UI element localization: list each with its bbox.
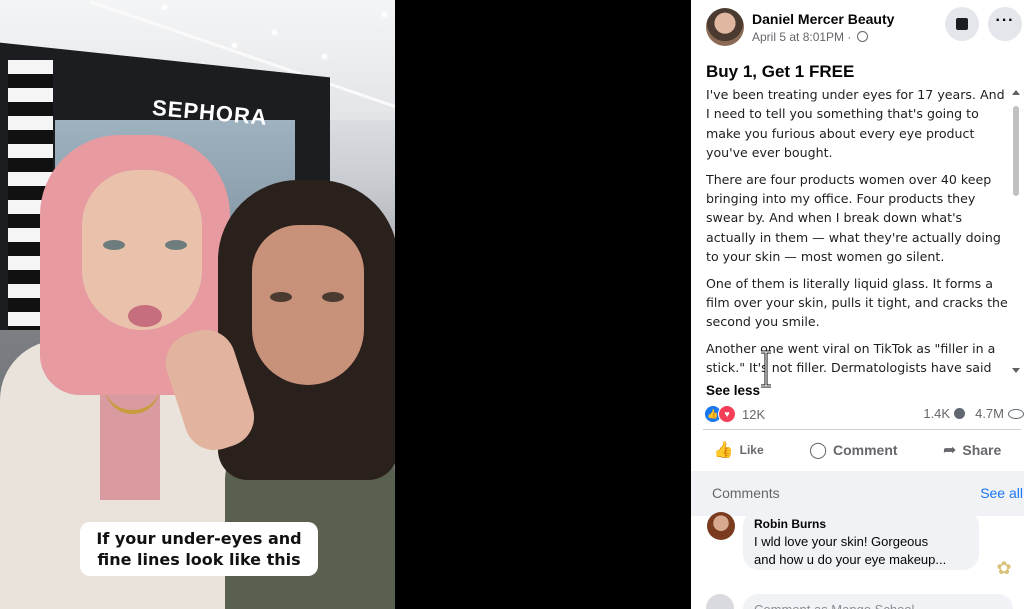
comment-icon: ◯ xyxy=(809,442,827,459)
video-caption: If your under-eyes and fine lines look l… xyxy=(80,522,318,576)
text-cursor-icon xyxy=(761,350,771,388)
bookmark-icon xyxy=(956,18,968,30)
post-paragraph: One of them is literally liquid glass. I… xyxy=(706,275,1008,330)
comments-label: Comments xyxy=(712,485,780,501)
comment-bubble: Robin Burns I wld love your skin! Gorgeo… xyxy=(743,510,979,570)
watermark-badge-icon: ✿ xyxy=(996,558,1012,578)
eye xyxy=(165,240,187,250)
post-paragraph: There are four products women over 40 ke… xyxy=(706,171,1001,265)
scroll-up-arrow-icon[interactable] xyxy=(1012,90,1020,95)
save-button[interactable] xyxy=(945,7,979,41)
share-button[interactable]: ➦ Share xyxy=(943,440,1001,460)
heart-icon: ♥ xyxy=(718,405,736,423)
current-user-avatar xyxy=(706,594,734,609)
post-paragraph: Another one went viral on TikTok as "fil… xyxy=(706,340,996,375)
video-letterbox xyxy=(395,0,691,609)
post-paragraph: I've been treating under eyes for 17 yea… xyxy=(706,87,1005,161)
post-timestamp: April 5 at 8:01PM · xyxy=(752,30,868,44)
scroll-down-arrow-icon[interactable] xyxy=(1012,368,1020,373)
comment-text-line: I wld love your skin! Gorgeous xyxy=(754,534,929,549)
post-scrollbar[interactable] xyxy=(1012,90,1020,375)
person-right-face xyxy=(252,225,364,385)
eye-icon xyxy=(1008,408,1024,419)
lips xyxy=(128,305,162,327)
share-label: Share xyxy=(962,442,1002,458)
commenter-name[interactable]: Robin Burns xyxy=(754,517,968,531)
timestamp-text[interactable]: April 5 at 8:01PM · xyxy=(752,30,851,44)
see-all-comments-link[interactable]: See all xyxy=(980,485,1023,501)
post-body: I've been treating under eyes for 17 yea… xyxy=(706,85,1008,375)
comment-label: Comment xyxy=(832,442,898,458)
write-comment-bar: Comment as Mango School xyxy=(691,590,1024,609)
post-panel: Daniel Mercer Beauty April 5 at 8:01PM ·… xyxy=(691,0,1024,609)
comment-bubble-icon xyxy=(954,408,966,419)
more-options-icon: ··· xyxy=(995,12,1015,29)
post-stats: 1.4K 4.7M xyxy=(923,406,1024,421)
reactions-summary[interactable]: 👍 ♥ 12K xyxy=(704,405,765,423)
comment-input[interactable]: Comment as Mango School xyxy=(743,594,1013,609)
comment-button[interactable]: ◯ Comment xyxy=(809,440,897,460)
ceiling-light xyxy=(322,54,327,59)
globe-icon xyxy=(856,31,868,42)
scroll-thumb[interactable] xyxy=(1013,106,1019,196)
see-less-link[interactable]: See less xyxy=(706,383,760,398)
comment-text: I wld love your skin! Gorgeous and how u… xyxy=(754,533,968,569)
author-name[interactable]: Daniel Mercer Beauty xyxy=(752,11,894,27)
comment-count[interactable]: 1.4K xyxy=(923,406,950,421)
author-avatar[interactable] xyxy=(706,8,744,46)
post-title: Buy 1, Get 1 FREE xyxy=(706,62,855,81)
ceiling-light xyxy=(232,43,237,48)
reaction-count: 12K xyxy=(742,406,766,422)
post-actions: 👍 Like ◯ Comment ➦ Share xyxy=(691,436,1024,464)
ceiling-light xyxy=(272,30,277,35)
eye xyxy=(103,240,125,250)
like-button[interactable]: 👍 Like xyxy=(714,440,764,460)
divider xyxy=(703,429,1021,430)
comment-text-line: and how u do your eye makeup... xyxy=(754,552,947,567)
eye xyxy=(270,292,292,302)
view-count: 4.7M xyxy=(975,406,1004,421)
share-icon: ➦ xyxy=(942,442,957,459)
eye xyxy=(322,292,344,302)
ceiling-light xyxy=(382,12,387,17)
thumbs-up-outline-icon: 👍 xyxy=(713,442,734,459)
video-frame[interactable]: SEPHORA If your under-eyes and fine line… xyxy=(0,0,395,609)
more-options-button[interactable]: ··· xyxy=(988,7,1022,41)
commenter-avatar[interactable] xyxy=(707,512,735,540)
ceiling-light xyxy=(162,5,167,10)
like-label: Like xyxy=(739,443,764,457)
